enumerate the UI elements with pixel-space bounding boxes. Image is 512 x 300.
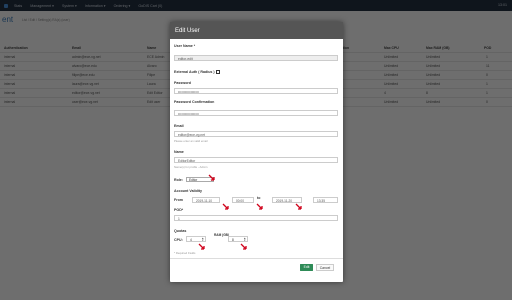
red-arrow-marker-icon [240,243,247,250]
dialog-footer-divider [170,258,343,259]
password-confirm-label: Password Confirmation [174,100,215,104]
stepper-arrows-icon[interactable]: ▲ ▼ [202,237,204,243]
cpu-label: CPU: [174,238,183,242]
email-help: Please enter an valid email [174,139,208,143]
password-label: Password [174,81,191,85]
name-label: Name [174,150,184,154]
cpu-stepper[interactable]: 4 ▲ ▼ [186,236,206,242]
stepper-arrows-icon[interactable]: ▲ ▼ [244,237,246,243]
name-field[interactable]: EditorEditor [174,157,338,163]
from-date-field[interactable]: 2019-11-10 [192,197,220,203]
ram-stepper[interactable]: 8 ▲ ▼ [228,236,248,242]
edit-button[interactable]: Edit [300,264,313,271]
dialog-header: Edit User [170,22,343,39]
email-field[interactable]: editor@ece-vg.net [174,131,338,137]
role-label: Role: [174,178,183,182]
from-time-field[interactable]: 00:00 [232,197,254,203]
from-label: From [174,198,183,202]
password-confirm-field[interactable]: •••••••••••••••••• [174,110,338,116]
to-label: to [257,196,261,200]
red-arrow-marker-icon [208,174,215,181]
ram-value: 8 [232,238,234,242]
red-arrow-marker-icon [222,203,229,210]
role-select-value: Editor [189,178,198,182]
external-auth-label: External Auth ( Radius ) [174,70,215,74]
password-field[interactable]: •••••••••••••••••• [174,88,338,94]
red-arrow-marker-icon [198,243,205,250]
name-help: Name(s) for profile - Admin [174,165,208,169]
required-note: * Required Fields [174,251,196,255]
account-validity-label: Account Validity [174,189,202,193]
to-time-field[interactable]: 13:35 [313,197,338,203]
red-arrow-marker-icon [256,203,263,210]
quotas-label: Quotas [174,229,187,233]
cpu-value: 4 [190,238,192,242]
username-field[interactable]: editor-edit [174,55,338,61]
email-label: Email [174,124,184,128]
username-label: User Name * [174,44,196,48]
pod-label: POD* [174,208,184,212]
cancel-button[interactable]: Cancel [316,264,334,271]
pod-field[interactable]: 1 [174,215,338,221]
dialog-title: Edit User [175,27,200,34]
external-auth-checkbox[interactable] [216,69,220,74]
edit-user-dialog: Edit User User Name * editor-edit Extern… [170,22,343,282]
red-arrow-marker-icon [295,203,302,210]
